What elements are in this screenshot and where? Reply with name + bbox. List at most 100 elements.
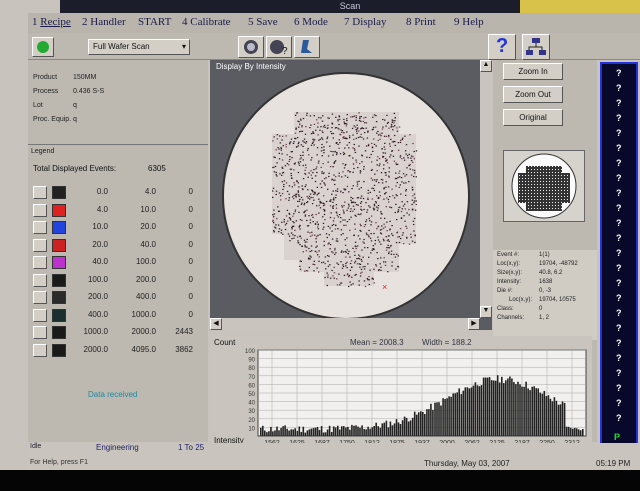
network-button[interactable] — [522, 34, 550, 60]
scan-mode-select[interactable]: Full Wafer Scan ▾ — [88, 39, 190, 55]
histogram-bar — [351, 424, 353, 436]
defect-point — [385, 159, 387, 161]
defect-point — [403, 157, 405, 159]
defect-point — [329, 145, 331, 147]
defect-point — [287, 220, 289, 222]
microscope-tool-button[interactable] — [294, 36, 320, 58]
legend-toggle-button[interactable] — [33, 203, 47, 217]
selected-defect-marker: × — [382, 282, 387, 292]
horizontal-scrollbar[interactable]: ◀ ▶ — [210, 318, 480, 330]
go-button[interactable] — [32, 37, 54, 57]
menu-calibrate[interactable]: 4 Calibrate — [182, 16, 231, 28]
defect-point — [398, 126, 401, 128]
defect-point — [317, 193, 320, 195]
defect-point — [319, 183, 322, 185]
menu-start[interactable]: START — [138, 16, 171, 28]
legend-count-value: 0 — [188, 222, 193, 231]
defect-point — [281, 193, 284, 195]
scroll-right-icon[interactable]: ▶ — [468, 318, 480, 330]
legend-toggle-button[interactable] — [33, 273, 47, 287]
legend-color-swatch[interactable] — [52, 203, 66, 217]
defect-point — [393, 112, 396, 114]
original-button[interactable]: Original — [503, 109, 563, 126]
histogram-bar — [349, 429, 351, 436]
title-bar-status-box — [520, 0, 640, 13]
histogram-bar — [561, 401, 564, 436]
legend-toggle-button[interactable] — [33, 308, 47, 322]
wafer-map-tool-button[interactable] — [238, 36, 264, 58]
legend-color-swatch[interactable] — [52, 221, 66, 234]
defect-point — [295, 220, 297, 222]
wafer-map[interactable]: × — [222, 72, 470, 320]
defect-point — [275, 224, 277, 226]
histogram-bar — [464, 387, 467, 436]
defect-point — [338, 273, 340, 275]
defect-point — [323, 240, 325, 242]
defect-point — [273, 230, 275, 232]
menu-handler[interactable]: 2 Handler — [82, 16, 126, 28]
defect-point — [376, 252, 378, 254]
legend-toggle-button[interactable] — [33, 186, 47, 199]
defect-point — [311, 142, 314, 144]
legend-toggle-button[interactable] — [33, 291, 47, 304]
legend-min-value: 2000.0 — [83, 344, 108, 354]
defect-point — [352, 171, 354, 173]
event-class-label: Class: — [497, 306, 514, 312]
histogram-bar — [567, 426, 570, 436]
defect-point — [367, 279, 369, 281]
wafer-thumbnail[interactable] — [503, 150, 585, 222]
defect-point — [320, 186, 323, 189]
defect-point — [297, 182, 299, 184]
legend-toggle-button[interactable] — [33, 256, 47, 269]
legend-color-swatch[interactable] — [52, 308, 66, 322]
defect-point — [306, 112, 308, 114]
legend-color-swatch[interactable] — [52, 186, 66, 199]
legend-color-swatch[interactable] — [52, 256, 66, 269]
zoom-out-button[interactable]: Zoom Out — [503, 86, 563, 103]
menu-mode[interactable]: 6 Mode — [294, 16, 328, 28]
defect-point — [361, 127, 363, 129]
wafer-query-tool-button[interactable]: ? — [266, 36, 292, 58]
defect-point — [409, 163, 411, 166]
legend-color-swatch[interactable] — [52, 291, 66, 304]
legend-color-swatch[interactable] — [52, 273, 66, 287]
scroll-left-icon[interactable]: ◀ — [210, 318, 222, 330]
menu-display[interactable]: 7 Display — [344, 16, 386, 28]
defect-point — [278, 192, 281, 194]
menu-recipe[interactable]: 1 Recipe — [32, 16, 71, 28]
vertical-scrollbar[interactable]: ▲ ▼ — [480, 60, 492, 318]
defect-point — [272, 187, 275, 189]
defect-point — [301, 185, 303, 187]
legend-title: Legend — [31, 148, 55, 155]
legend-toggle-button[interactable] — [33, 221, 47, 234]
defect-point — [393, 122, 395, 124]
defect-point — [339, 153, 342, 155]
zoom-in-button[interactable]: Zoom In — [503, 63, 563, 80]
menu-print[interactable]: 8 Print — [406, 16, 436, 28]
legend-toggle-button[interactable] — [33, 238, 47, 252]
help-button[interactable]: ? — [488, 34, 516, 60]
defect-point — [365, 127, 367, 129]
defect-point — [314, 234, 316, 236]
legend-toggle-button[interactable] — [33, 326, 47, 339]
intensity-histogram: 1009080706050403020101562162516871750181… — [245, 349, 587, 447]
menu-save[interactable]: 5 Save — [248, 16, 278, 28]
legend-color-swatch[interactable] — [52, 238, 66, 252]
menu-help[interactable]: 9 Help — [454, 16, 484, 28]
scroll-up-icon[interactable]: ▲ — [480, 60, 492, 72]
defect-point — [401, 201, 403, 203]
histogram-bar — [569, 427, 572, 436]
histogram-bar — [304, 432, 307, 436]
defect-point — [339, 142, 341, 144]
defect-point — [279, 195, 282, 197]
defect-point — [399, 156, 401, 158]
defect-point — [316, 171, 318, 174]
legend-color-swatch[interactable] — [52, 343, 66, 357]
defect-point — [408, 181, 410, 183]
scroll-down-icon[interactable]: ▼ — [480, 306, 492, 318]
legend-toggle-button[interactable] — [33, 343, 47, 357]
defect-point — [368, 276, 370, 278]
defect-point — [387, 198, 390, 201]
legend-color-swatch[interactable] — [52, 326, 66, 339]
defect-point — [281, 174, 283, 176]
